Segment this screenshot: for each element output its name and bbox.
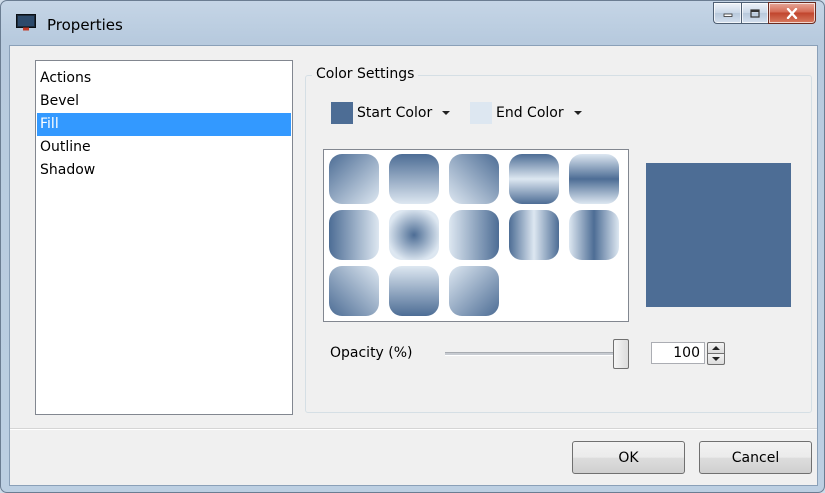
list-item[interactable]: Bevel <box>37 90 291 113</box>
close-icon <box>786 7 798 19</box>
window-title: Properties <box>47 16 123 34</box>
start-color-swatch <box>331 102 353 124</box>
opacity-input[interactable]: 100 <box>651 342 705 364</box>
close-button[interactable] <box>768 2 816 24</box>
footer-divider <box>10 428 817 430</box>
start-color-label: Start Color <box>357 105 433 121</box>
category-list-items: Actions Bevel Fill Outline Shadow <box>36 61 292 182</box>
list-item[interactable]: Outline <box>37 136 291 159</box>
gradient-preset-tile[interactable] <box>449 266 499 316</box>
opacity-slider-thumb[interactable] <box>613 339 629 369</box>
gradient-preset-tile[interactable] <box>389 266 439 316</box>
spin-up-button[interactable] <box>707 342 725 354</box>
opacity-slider-track[interactable] <box>445 352 627 356</box>
arrow-up-icon <box>712 346 720 350</box>
list-item[interactable]: Fill <box>37 113 291 136</box>
gradient-preset-tile[interactable] <box>389 210 439 260</box>
start-color-button[interactable]: Start Color <box>331 101 451 125</box>
gradient-preset-tile[interactable] <box>389 154 439 204</box>
gradient-preset-tile[interactable] <box>449 210 499 260</box>
category-list[interactable]: Actions Bevel Fill Outline Shadow <box>35 60 293 415</box>
chevron-down-icon <box>442 111 451 115</box>
gradient-preset-tile[interactable] <box>329 154 379 204</box>
end-color-label: End Color <box>496 105 564 121</box>
gradient-preset-tile[interactable] <box>569 210 619 260</box>
spin-down-button[interactable] <box>707 354 725 365</box>
end-color-button[interactable]: End Color <box>470 101 582 125</box>
opacity-spinner <box>707 342 725 365</box>
color-settings-label: Color Settings <box>312 66 419 82</box>
list-item[interactable]: Actions <box>37 67 291 90</box>
properties-window: Properties Actions Bevel Fill Outline Shadow… <box>0 0 825 493</box>
minimize-button[interactable] <box>713 2 741 24</box>
maximize-icon <box>750 8 760 18</box>
gradient-preset-tile[interactable] <box>569 154 619 204</box>
dialog-client-area: Actions Bevel Fill Outline Shadow Color Sett… <box>9 45 818 486</box>
gradient-preset-tile[interactable] <box>509 210 559 260</box>
end-color-swatch <box>470 102 492 124</box>
gradient-preset-grid[interactable] <box>323 149 629 322</box>
arrow-down-icon <box>712 357 720 361</box>
cancel-button[interactable]: Cancel <box>699 441 812 474</box>
title-bar[interactable]: Properties <box>1 1 824 45</box>
ok-button[interactable]: OK <box>572 441 685 474</box>
chevron-down-icon <box>573 111 582 115</box>
fill-preview <box>646 163 791 307</box>
app-monitor-icon <box>16 14 36 31</box>
maximize-button[interactable] <box>741 2 768 24</box>
gradient-preset-tile[interactable] <box>509 154 559 204</box>
opacity-label: Opacity (%) <box>330 345 413 361</box>
gradient-preset-tile[interactable] <box>449 154 499 204</box>
minimize-icon <box>723 13 732 17</box>
gradient-preset-tile[interactable] <box>329 210 379 260</box>
gradient-preset-tile[interactable] <box>329 266 379 316</box>
list-item[interactable]: Shadow <box>37 159 291 182</box>
caption-buttons <box>713 2 816 24</box>
